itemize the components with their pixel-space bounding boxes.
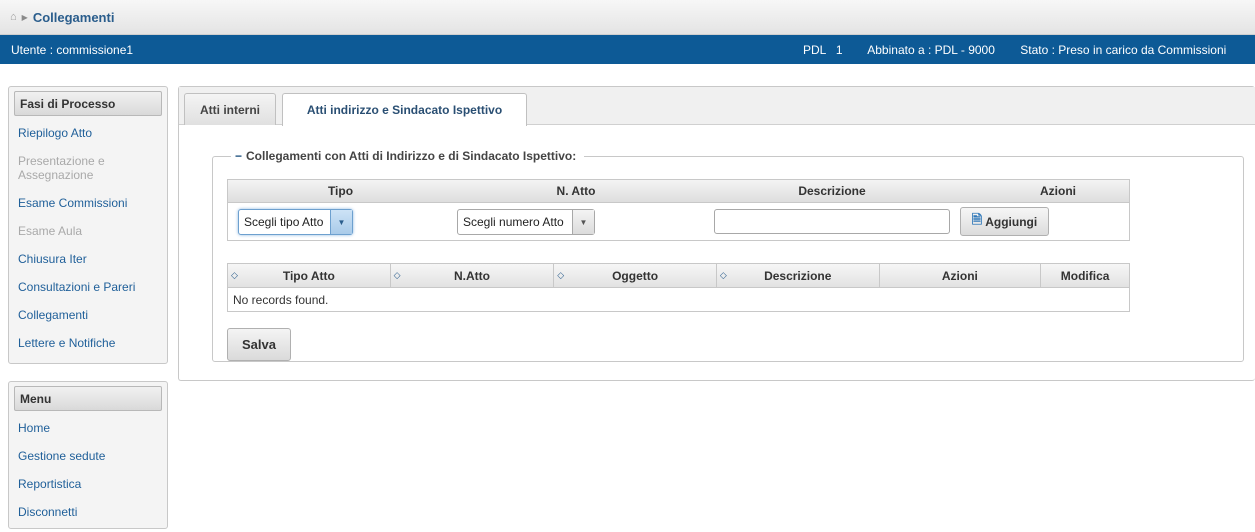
col-tipo-atto-label: Tipo Atto [282, 268, 335, 283]
header-azioni: Azioni [1040, 184, 1076, 198]
descrizione-input[interactable] [714, 209, 950, 234]
user-label: Utente : commissione1 [11, 42, 134, 57]
col-oggetto[interactable]: ◇ Oggetto [554, 264, 717, 287]
menu-panel: Menu Home Gestione sedute Reportistica D… [8, 381, 168, 529]
col-azioni: Azioni [880, 264, 1042, 287]
process-phases-panel: Fasi di Processo Riepilogo Atto Presenta… [8, 86, 168, 364]
sidebar-item-consultazioni-pareri[interactable]: Consultazioni e Pareri [14, 273, 162, 301]
user-bar: Utente : commissione1 PDL 1 Abbinato a :… [0, 35, 1255, 64]
sidebar-item-esame-aula: Esame Aula [18, 224, 83, 238]
empty-message: No records found. [233, 293, 329, 307]
chevron-down-icon[interactable]: ▼ [572, 210, 594, 234]
breadcrumb: ⌂ ▶ Collegamenti [0, 0, 1255, 35]
sidebar-item-lettere-notifiche[interactable]: Lettere e Notifiche [14, 329, 162, 357]
header-tipo: Tipo [327, 184, 354, 198]
tab-atti-indirizzo[interactable]: Atti indirizzo e Sindacato Ispettivo [282, 93, 527, 126]
col-descrizione-label: Descrizione [764, 268, 832, 283]
menu-title: Menu [14, 386, 162, 411]
sort-icon[interactable]: ◇ [557, 270, 564, 281]
collegamenti-fieldset: − Collegamenti con Atti di Indirizzo e di… [212, 149, 1244, 362]
tipo-atto-value: Scegli tipo Atto [244, 215, 324, 229]
status-info: PDL 1 Abbinato a : PDL - 9000 Stato : Pr… [803, 43, 1248, 57]
sidebar-item-presentazione-assegnazione: Presentazione e Assegnazione [18, 154, 105, 182]
sidebar-item-riepilogo-atto[interactable]: Riepilogo Atto [14, 119, 162, 147]
aggiungi-button[interactable]: 🗎 Aggiungi [960, 207, 1049, 236]
results-table: ◇ Tipo Atto ◇ N.Atto ◇ Oggetto ◇ Descriz… [227, 263, 1130, 312]
tab-atti-interni[interactable]: Atti interni [184, 93, 276, 125]
sort-icon[interactable]: ◇ [720, 270, 727, 281]
sidebar-item-collegamenti[interactable]: Collegamenti [14, 301, 162, 329]
home-icon[interactable]: ⌂ [10, 11, 17, 23]
main-content: Atti interni Atti indirizzo e Sindacato … [178, 86, 1255, 381]
process-phases-title: Fasi di Processo [14, 91, 162, 116]
chevron-right-icon: ▶ [21, 12, 28, 22]
breadcrumb-current: Collegamenti [32, 9, 115, 25]
menu-item-reportistica[interactable]: Reportistica [14, 470, 162, 498]
results-header: ◇ Tipo Atto ◇ N.Atto ◇ Oggetto ◇ Descriz… [228, 264, 1129, 288]
entry-header: Tipo N. Atto Descrizione Azioni [228, 180, 1129, 203]
collapse-icon[interactable]: − [235, 149, 242, 163]
numero-atto-select[interactable]: Scegli numero Atto ▼ [457, 209, 595, 235]
sidebar-item-chiusura-iter[interactable]: Chiusura Iter [14, 245, 162, 273]
col-modifica-label: Modifica [1060, 268, 1110, 283]
col-descrizione[interactable]: ◇ Descrizione [717, 264, 880, 287]
menu-item-home[interactable]: Home [14, 414, 162, 442]
col-natto-label: N.Atto [453, 268, 490, 283]
col-oggetto-label: Oggetto [612, 268, 659, 283]
tipo-atto-select[interactable]: Scegli tipo Atto ▼ [238, 209, 353, 235]
legend-text: Collegamenti con Atti di Indirizzo e di … [246, 149, 577, 163]
tab-bar: Atti interni Atti indirizzo e Sindacato … [179, 87, 1255, 126]
chevron-down-icon[interactable]: ▼ [330, 210, 352, 234]
aggiungi-label: Aggiungi [985, 214, 1038, 229]
col-modifica: Modifica [1041, 264, 1129, 287]
numero-atto-value: Scegli numero Atto [463, 215, 564, 229]
col-azioni-label: Azioni [941, 268, 978, 283]
col-tipo-atto[interactable]: ◇ Tipo Atto [228, 264, 391, 287]
header-natto: N. Atto [556, 184, 596, 198]
salva-button[interactable]: Salva [227, 328, 291, 361]
menu-item-gestione-sedute[interactable]: Gestione sedute [14, 442, 162, 470]
header-descrizione: Descrizione [798, 184, 866, 198]
fieldset-legend[interactable]: − Collegamenti con Atti di Indirizzo e di… [231, 149, 584, 163]
entry-grid: Tipo N. Atto Descrizione Azioni Scegli t… [227, 179, 1130, 241]
pdl-label: PDL 1 [803, 42, 843, 57]
abbinato-label: Abbinato a : PDL - 9000 [867, 42, 995, 57]
menu-item-disconnetti[interactable]: Disconnetti [14, 498, 162, 526]
sort-icon[interactable]: ◇ [231, 270, 238, 281]
add-document-icon: 🗎 [971, 211, 983, 227]
sidebar-item-esame-commissioni[interactable]: Esame Commissioni [14, 189, 162, 217]
col-natto[interactable]: ◇ N.Atto [391, 264, 555, 287]
stato-label: Stato : Preso in carico da Commissioni [1020, 42, 1227, 57]
sort-icon[interactable]: ◇ [394, 270, 401, 281]
